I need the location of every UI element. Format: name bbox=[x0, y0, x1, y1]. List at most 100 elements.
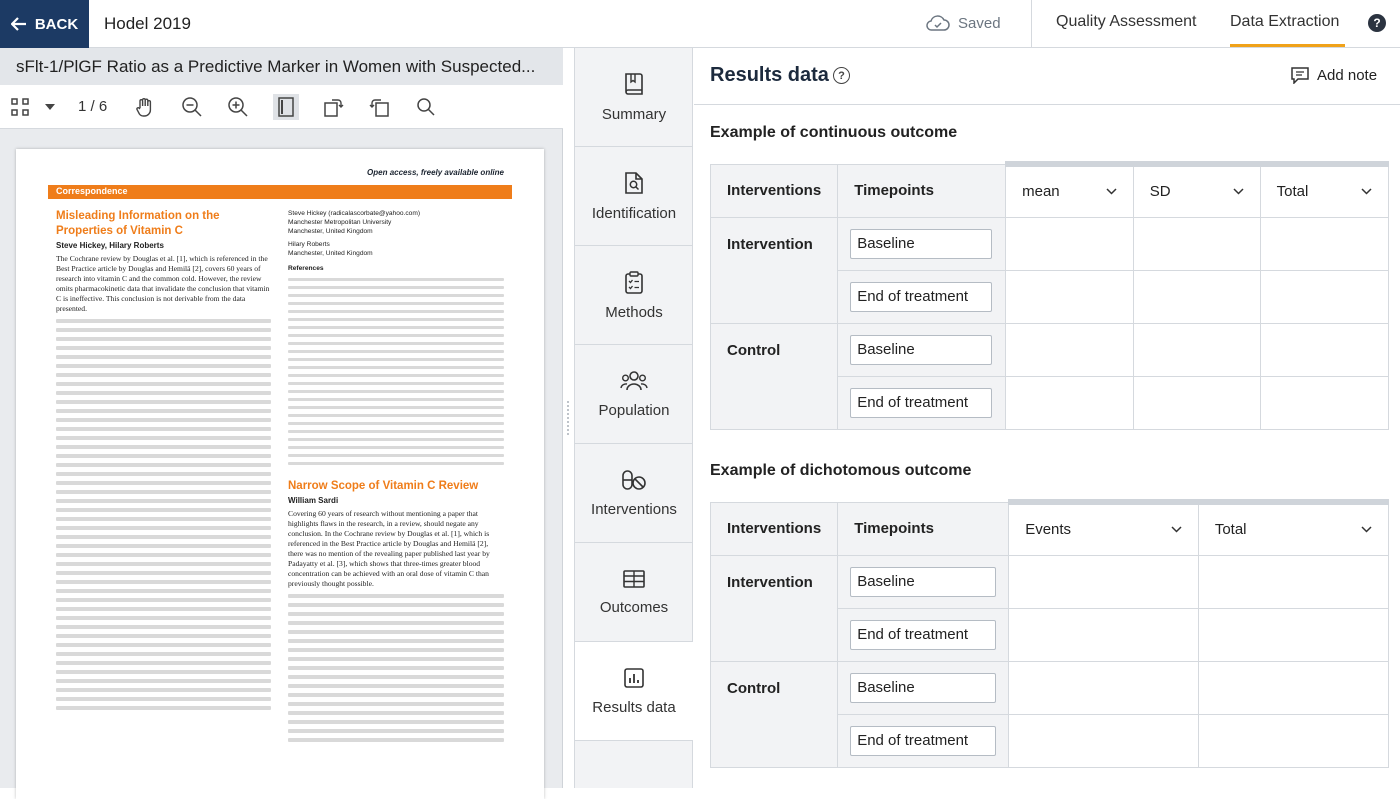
affiliation: Manchester, United Kingdom bbox=[288, 250, 373, 257]
fit-page-icon[interactable] bbox=[273, 94, 299, 120]
rotate-left-icon[interactable] bbox=[368, 95, 392, 119]
column-label: Events bbox=[1025, 521, 1072, 539]
column-select-total[interactable]: Total bbox=[1197, 499, 1390, 556]
data-cell[interactable] bbox=[1132, 375, 1261, 430]
table-row: Intervention Baseline bbox=[709, 554, 1390, 662]
help-icon[interactable]: ? bbox=[1368, 14, 1386, 32]
data-cell[interactable] bbox=[1008, 607, 1199, 662]
data-cell[interactable] bbox=[1005, 269, 1134, 324]
timepoint-field[interactable]: Baseline bbox=[850, 672, 997, 703]
back-button[interactable]: BACK bbox=[0, 0, 89, 48]
timepoint-field[interactable]: End of treatment bbox=[850, 619, 997, 650]
article-title: Misleading Information on the Properties… bbox=[56, 210, 220, 237]
table-header-row: Interventions Timepoints Events Total bbox=[709, 499, 1390, 556]
chevron-down-icon bbox=[1361, 188, 1372, 195]
nav-label: Population bbox=[598, 401, 670, 419]
cloud-check-icon bbox=[926, 15, 950, 31]
data-cell[interactable] bbox=[1008, 554, 1199, 609]
data-cell[interactable] bbox=[1005, 216, 1134, 271]
table-row: Control Baseline bbox=[709, 660, 1390, 768]
timepoint-cell: End of treatment bbox=[837, 269, 1007, 324]
rotate-right-icon[interactable] bbox=[321, 95, 345, 119]
page-indicator: 1 / 6 bbox=[78, 98, 108, 115]
zoom-out-icon[interactable] bbox=[180, 95, 204, 119]
thumbnails-icon[interactable] bbox=[8, 95, 32, 119]
pdf-title: sFlt-1/PlGF Ratio as a Predictive Marker… bbox=[0, 48, 563, 85]
header-interventions: Interventions bbox=[709, 163, 839, 218]
nav-label: Outcomes bbox=[599, 598, 669, 616]
data-cell[interactable] bbox=[1197, 554, 1390, 609]
nav-methods[interactable]: Methods bbox=[575, 246, 693, 345]
nav-interventions[interactable]: Interventions bbox=[575, 444, 693, 543]
data-cell[interactable] bbox=[1197, 607, 1390, 662]
article-title: Narrow Scope of Vitamin C Review bbox=[288, 480, 479, 492]
author-name: Hilary Roberts bbox=[288, 241, 330, 248]
question-circle-icon[interactable]: ? bbox=[833, 67, 850, 84]
data-cell[interactable] bbox=[1197, 660, 1390, 715]
nav-label: Methods bbox=[605, 303, 663, 321]
timepoint-cell: End of treatment bbox=[837, 375, 1007, 430]
zoom-in-icon[interactable] bbox=[226, 95, 250, 119]
data-cell[interactable] bbox=[1259, 322, 1390, 377]
timepoint-field[interactable]: End of treatment bbox=[850, 387, 993, 418]
page-title: Results data bbox=[710, 64, 829, 86]
timepoint-field[interactable]: Baseline bbox=[850, 334, 993, 365]
data-cell[interactable] bbox=[1132, 322, 1261, 377]
data-cell[interactable] bbox=[1132, 269, 1261, 324]
timepoint-field[interactable]: Baseline bbox=[850, 566, 997, 597]
clipboard-icon bbox=[625, 270, 643, 294]
timepoint-cell: Baseline bbox=[837, 660, 1010, 715]
article-body: Covering 60 years of research without me… bbox=[288, 509, 490, 588]
column-label: SD bbox=[1149, 183, 1171, 201]
data-cell[interactable] bbox=[1008, 713, 1199, 768]
data-cell[interactable] bbox=[1197, 713, 1390, 768]
search-icon[interactable] bbox=[414, 95, 438, 119]
affiliation: Manchester Metropolitan University bbox=[288, 219, 392, 226]
data-cell[interactable] bbox=[1005, 375, 1134, 430]
nav-outcomes[interactable]: Outcomes bbox=[575, 543, 693, 642]
arm-label: Intervention bbox=[709, 554, 839, 662]
text-placeholder bbox=[288, 594, 504, 742]
nav-population[interactable]: Population bbox=[575, 345, 693, 444]
people-icon bbox=[620, 370, 648, 390]
tab-quality-assessment[interactable]: Quality Assessment bbox=[1056, 13, 1197, 31]
nav-identification[interactable]: Identification bbox=[575, 147, 693, 246]
nav-label: Summary bbox=[601, 105, 667, 123]
data-cell[interactable] bbox=[1005, 322, 1134, 377]
top-bar: BACK Hodel 2019 Saved Quality Assessment… bbox=[0, 0, 1400, 48]
timepoint-field[interactable]: Baseline bbox=[850, 228, 993, 259]
data-cell[interactable] bbox=[1259, 216, 1390, 271]
nav-label: Results data bbox=[592, 698, 676, 716]
article-body: The Cochrane review by Douglas et al. [1… bbox=[56, 254, 270, 313]
nav-label: Identification bbox=[591, 204, 677, 222]
timepoint-cell: Baseline bbox=[837, 554, 1010, 609]
timepoint-field[interactable]: End of treatment bbox=[850, 281, 993, 312]
timepoint-field[interactable]: End of treatment bbox=[850, 725, 997, 756]
table-row: Intervention Baseline bbox=[709, 216, 1390, 324]
column-select-total[interactable]: Total bbox=[1259, 161, 1390, 218]
column-select-sd[interactable]: SD bbox=[1132, 161, 1261, 218]
timepoint-cell: End of treatment bbox=[837, 607, 1010, 662]
data-cell[interactable] bbox=[1132, 216, 1261, 271]
data-cell[interactable] bbox=[1259, 269, 1390, 324]
table-icon bbox=[623, 569, 645, 588]
pane-resize-handle[interactable] bbox=[566, 400, 570, 436]
nav-results-data[interactable]: Results data bbox=[575, 642, 693, 741]
hand-icon[interactable] bbox=[133, 95, 157, 119]
data-cell[interactable] bbox=[1259, 375, 1390, 430]
arrow-left-icon bbox=[10, 17, 26, 31]
book-icon bbox=[625, 72, 643, 95]
column-select-mean[interactable]: mean bbox=[1005, 161, 1134, 218]
continuous-outcome-title: Example of continuous outcome bbox=[710, 124, 958, 141]
nav-summary[interactable]: Summary bbox=[575, 48, 693, 147]
tab-data-extraction[interactable]: Data Extraction bbox=[1230, 13, 1339, 31]
chevron-down-icon bbox=[1361, 526, 1372, 533]
chevron-down-icon[interactable] bbox=[38, 95, 62, 119]
data-cell[interactable] bbox=[1008, 660, 1199, 715]
study-title: Hodel 2019 bbox=[104, 14, 191, 33]
add-note-button[interactable]: Add note bbox=[1291, 67, 1377, 84]
column-select-events[interactable]: Events bbox=[1008, 499, 1199, 556]
timepoint-cell: Baseline bbox=[837, 322, 1007, 377]
saved-label: Saved bbox=[958, 14, 1001, 32]
timepoint-cell: End of treatment bbox=[837, 713, 1010, 768]
